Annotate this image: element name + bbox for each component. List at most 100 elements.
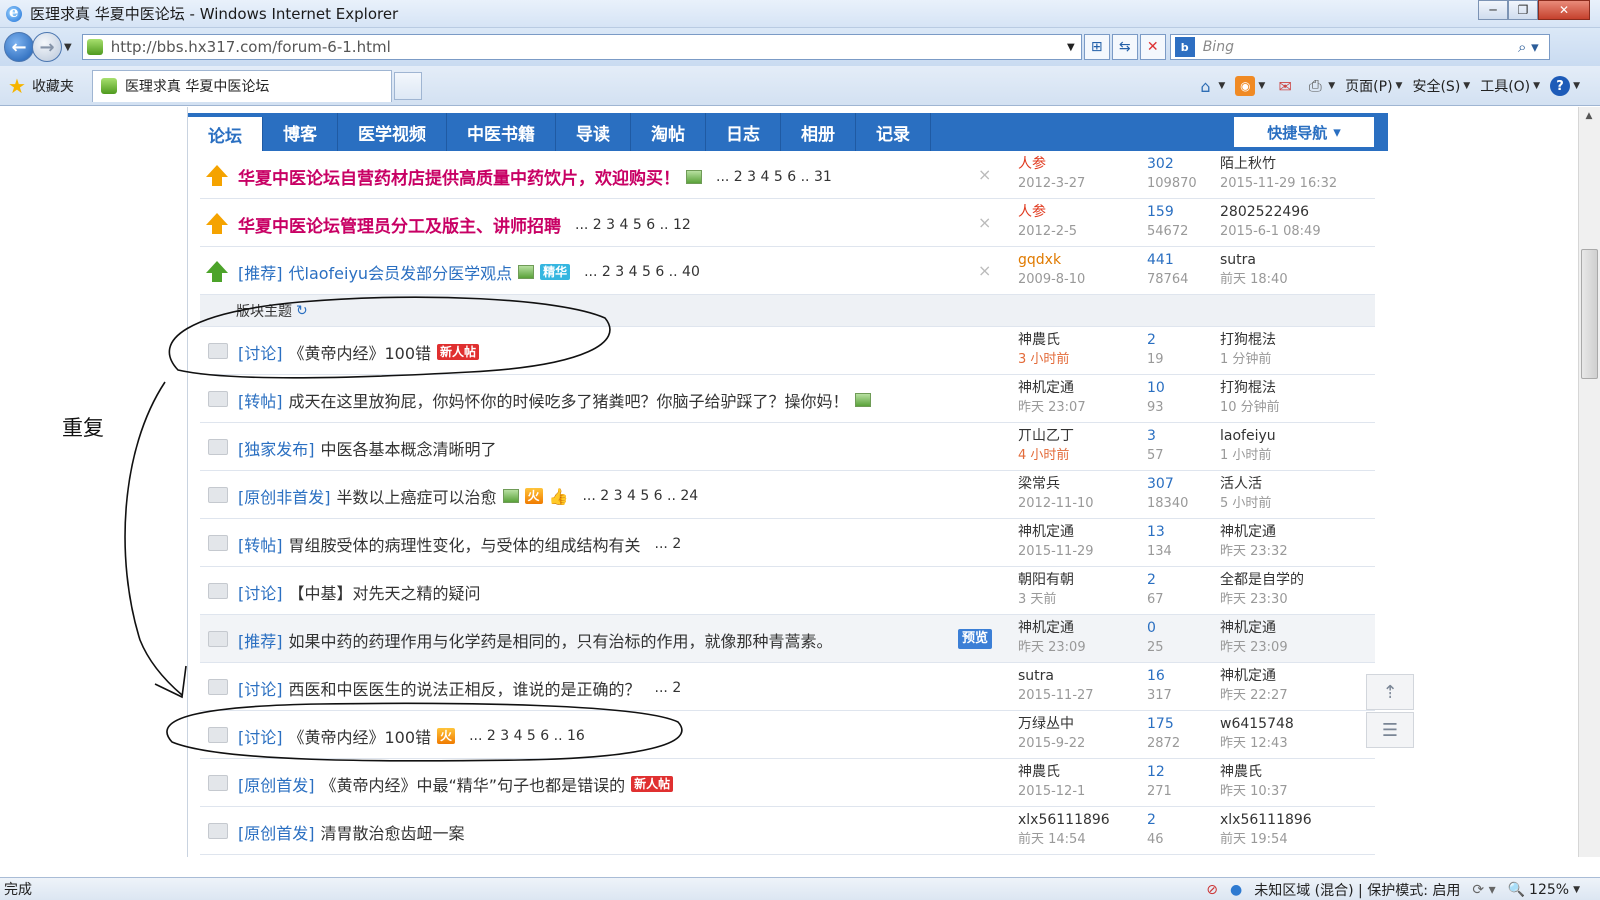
page-links[interactable]: ... 2 3 4 5 6 .. 12 bbox=[575, 217, 691, 233]
author-link[interactable]: 神農氏 bbox=[1018, 331, 1069, 350]
mail-button[interactable]: ✉ bbox=[1275, 76, 1295, 96]
reply-count[interactable]: 2 bbox=[1147, 811, 1164, 830]
nav-item-video[interactable]: 医学视频 bbox=[338, 113, 447, 151]
thread-category-link[interactable]: [原创首发] bbox=[238, 820, 315, 844]
last-poster-link[interactable]: xlx56111896 bbox=[1220, 811, 1312, 830]
last-poster-link[interactable]: laofeiyu bbox=[1220, 427, 1276, 446]
author-link[interactable]: 丌山乙丁 bbox=[1018, 427, 1074, 446]
thread-category-link[interactable]: [原创非首发] bbox=[238, 484, 331, 508]
thread-title-link[interactable]: 半数以上癌症可以治愈 bbox=[337, 484, 497, 508]
nav-item-records[interactable]: 记录 bbox=[856, 113, 931, 151]
last-post-time[interactable]: 昨天 23:30 bbox=[1220, 590, 1304, 609]
tab-forum[interactable]: 医理求真 华夏中医论坛 bbox=[91, 69, 392, 102]
thread-title-link[interactable]: 华夏中医论坛自营药材店提供高质量中药饮片，欢迎购买！ bbox=[238, 164, 680, 189]
last-poster-link[interactable]: 全都是自学的 bbox=[1220, 571, 1304, 590]
reply-count[interactable]: 175 bbox=[1147, 715, 1180, 734]
reply-count[interactable]: 159 bbox=[1147, 203, 1188, 222]
tools-menu[interactable]: 工具(O) ▼ bbox=[1480, 76, 1540, 96]
scroll-thumb[interactable] bbox=[1581, 249, 1598, 379]
last-post-time[interactable]: 昨天 10:37 bbox=[1220, 782, 1288, 801]
bing-search-provider-icon[interactable]: b bbox=[1174, 37, 1195, 57]
nav-item-journal[interactable]: 日志 bbox=[706, 113, 781, 151]
last-poster-link[interactable]: 2802522496 bbox=[1220, 203, 1321, 222]
last-post-time[interactable]: 昨天 12:43 bbox=[1220, 734, 1294, 753]
close-icon[interactable]: × bbox=[978, 213, 991, 232]
last-post-time[interactable]: 2015-6-1 08:49 bbox=[1220, 222, 1321, 241]
author-link[interactable]: 神農氏 bbox=[1018, 763, 1085, 782]
thread-title-link[interactable]: 《黄帝内经》100错 bbox=[289, 340, 432, 364]
thread-title-link[interactable]: 中医各基本概念清晰明了 bbox=[321, 436, 497, 460]
reply-count[interactable]: 12 bbox=[1147, 763, 1172, 782]
nav-item-books[interactable]: 中医书籍 bbox=[447, 113, 556, 151]
last-poster-link[interactable]: 活人活 bbox=[1220, 475, 1271, 494]
favorites-button[interactable]: ★ 收藏夹 bbox=[8, 74, 74, 98]
reply-count[interactable]: 16 bbox=[1147, 667, 1172, 686]
author-link[interactable]: 神机定通 bbox=[1018, 523, 1094, 542]
thread-category-link[interactable]: [转帖] bbox=[238, 388, 283, 412]
reply-count[interactable]: 10 bbox=[1147, 379, 1165, 398]
reply-count[interactable]: 2 bbox=[1147, 571, 1164, 590]
thread-category-link[interactable]: [推荐] bbox=[238, 628, 283, 652]
thread-category-link[interactable]: [独家发布] bbox=[238, 436, 315, 460]
last-post-time[interactable]: 5 小时前 bbox=[1220, 494, 1271, 513]
new-tab-button[interactable] bbox=[393, 71, 422, 100]
zone-status[interactable]: 未知区域 (混合) | 保护模式: 启用 bbox=[1254, 880, 1460, 900]
url-text[interactable]: http://bbs.hx317.com/forum-6-1.html bbox=[111, 38, 1067, 56]
thread-title-link[interactable]: 胃组胺受体的病理性变化，与受体的组成结构有关 bbox=[289, 532, 641, 556]
last-post-time[interactable]: 1 分钟前 bbox=[1220, 350, 1276, 369]
list-view-icon[interactable]: ☰ bbox=[1366, 712, 1414, 748]
last-post-time[interactable]: 昨天 22:27 bbox=[1220, 686, 1288, 705]
forward-button[interactable]: → bbox=[32, 32, 62, 62]
minimize-button[interactable]: ─ bbox=[1478, 0, 1508, 20]
help-button[interactable]: ? ▼ bbox=[1550, 76, 1580, 96]
vertical-scrollbar[interactable]: ▲ bbox=[1578, 107, 1600, 857]
last-post-time[interactable]: 2015-11-29 16:32 bbox=[1220, 174, 1337, 193]
scroll-up-icon[interactable]: ▲ bbox=[1579, 107, 1599, 125]
author-link[interactable]: 神机定通 bbox=[1018, 619, 1086, 638]
thread-category-link[interactable]: [原创首发] bbox=[238, 772, 315, 796]
last-post-time[interactable]: 昨天 23:32 bbox=[1220, 542, 1288, 561]
author-link[interactable]: 人参 bbox=[1018, 203, 1077, 222]
last-poster-link[interactable]: 神机定通 bbox=[1220, 523, 1288, 542]
print-button[interactable]: ⎙ ▼ bbox=[1305, 76, 1335, 96]
reply-count[interactable]: 307 bbox=[1147, 475, 1188, 494]
compatibility-view-icon[interactable]: ⊞ bbox=[1083, 34, 1110, 60]
page-links[interactable]: ... 2 bbox=[655, 680, 682, 696]
author-link[interactable]: 人参 bbox=[1018, 155, 1085, 174]
url-dropdown-icon[interactable]: ▼ bbox=[1067, 42, 1075, 53]
maximize-button[interactable]: ❐ bbox=[1508, 0, 1538, 20]
recent-pages-dropdown-icon[interactable]: ▼ bbox=[64, 42, 72, 53]
page-links[interactable]: ... 2 3 4 5 6 .. 24 bbox=[582, 488, 698, 504]
last-post-time[interactable]: 1 小时前 bbox=[1220, 446, 1276, 465]
close-icon[interactable]: × bbox=[978, 165, 991, 184]
reply-count[interactable]: 0 bbox=[1147, 619, 1164, 638]
reply-count[interactable]: 3 bbox=[1147, 427, 1164, 446]
thread-category-link[interactable]: [讨论] bbox=[238, 340, 283, 364]
stop-icon[interactable]: ✕ bbox=[1139, 34, 1166, 60]
thread-title-link[interactable]: 西医和中医医生的说法正相反，谁说的是正确的？ bbox=[289, 676, 641, 700]
last-poster-link[interactable]: w6415748 bbox=[1220, 715, 1294, 734]
refresh-icon[interactable]: ⇆ bbox=[1111, 34, 1138, 60]
thread-category-link[interactable]: [推荐] bbox=[238, 260, 283, 284]
close-button[interactable]: ✕ bbox=[1538, 0, 1590, 20]
last-poster-link[interactable]: 神机定通 bbox=[1220, 667, 1288, 686]
page-links[interactable]: ... 2 bbox=[655, 536, 682, 552]
last-post-time[interactable]: 10 分钟前 bbox=[1220, 398, 1280, 417]
thread-category-link[interactable]: [讨论] bbox=[238, 724, 283, 748]
thread-title-link[interactable]: 《黄帝内经》100错 bbox=[289, 724, 432, 748]
thread-title-link[interactable]: 成天在这里放狗屁，你妈怀你的时候吃多了猪粪吧？你脑子给驴踩了？操你妈！ bbox=[289, 388, 849, 412]
author-link[interactable]: 朝阳有朝 bbox=[1018, 571, 1074, 590]
url-field[interactable]: http://bbs.hx317.com/forum-6-1.html ▼ bbox=[81, 34, 1082, 60]
author-link[interactable]: xlx56111896 bbox=[1018, 811, 1110, 830]
last-poster-link[interactable]: sutra bbox=[1220, 251, 1288, 270]
author-link[interactable]: 梁常兵 bbox=[1018, 475, 1094, 494]
reply-count[interactable]: 302 bbox=[1147, 155, 1197, 174]
search-input[interactable]: Bing bbox=[1203, 39, 1518, 55]
thread-title-link[interactable]: 《黄帝内经》中最“精华”句子也都是错误的 bbox=[321, 772, 626, 796]
thread-title-link[interactable]: 代laofeiyu会员发部分医学观点 bbox=[289, 260, 513, 284]
thread-category-link[interactable]: [讨论] bbox=[238, 676, 283, 700]
thread-title-link[interactable]: 清胃散治愈齿衄一案 bbox=[321, 820, 465, 844]
feeds-button[interactable]: ◉ ▼ bbox=[1235, 76, 1265, 96]
page-links[interactable]: ... 2 3 4 5 6 .. 40 bbox=[584, 264, 700, 280]
reply-count[interactable]: 13 bbox=[1147, 523, 1172, 542]
